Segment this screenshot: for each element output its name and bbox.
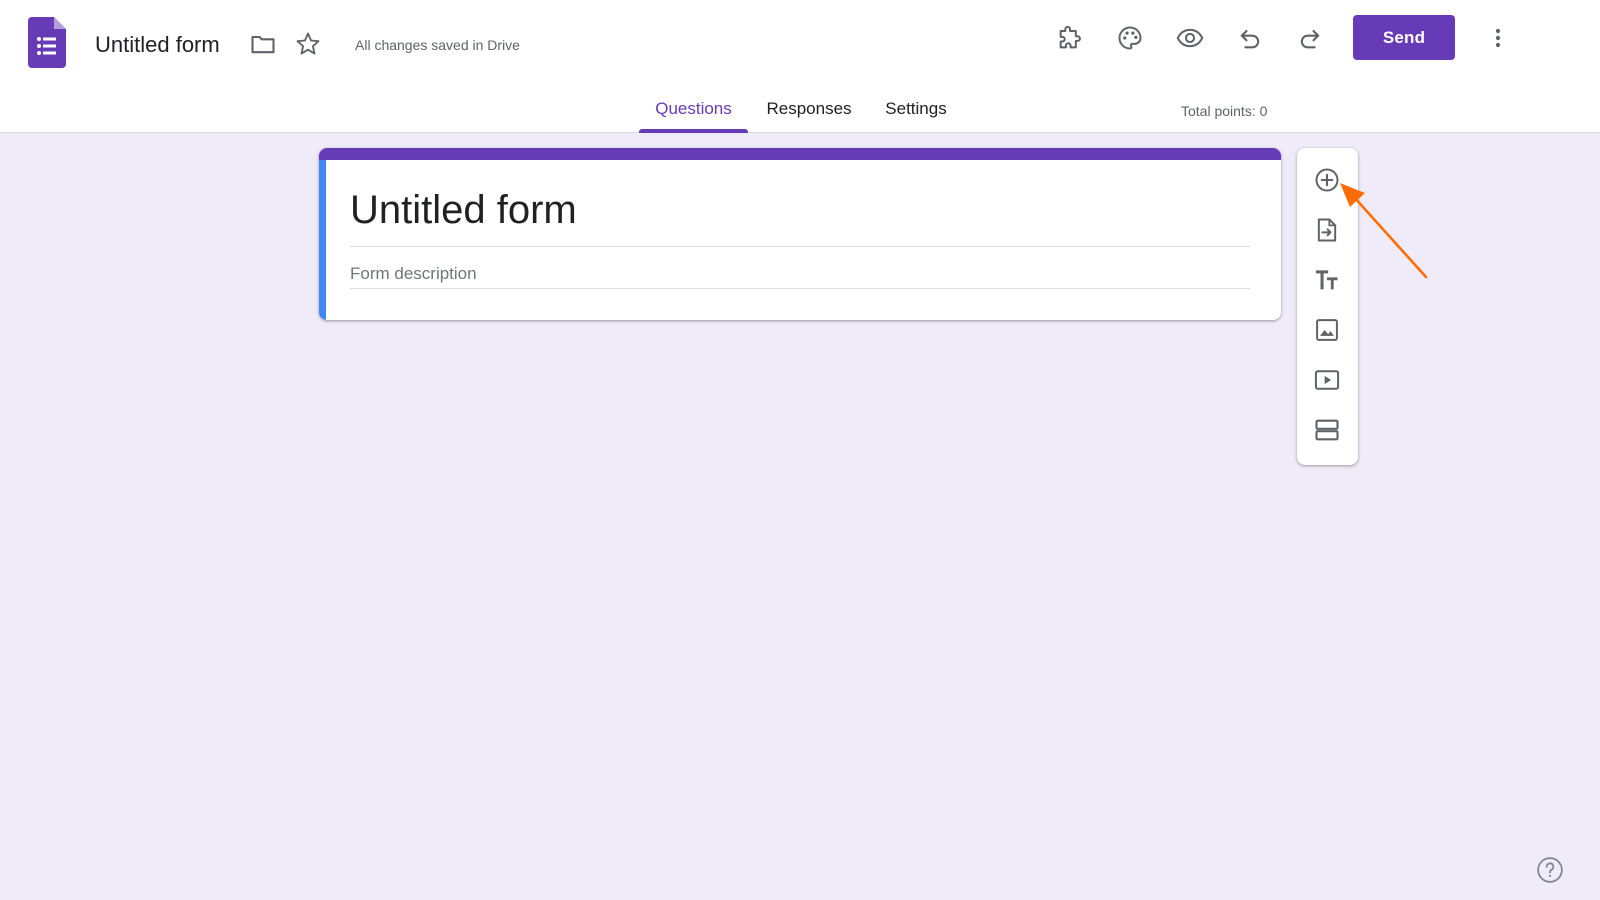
help-icon[interactable] — [1535, 855, 1565, 885]
total-points: Total points: 0 — [1181, 103, 1268, 119]
add-section-icon[interactable] — [1310, 413, 1344, 447]
send-button[interactable]: Send — [1353, 15, 1455, 60]
annotation-arrow-icon — [1340, 183, 1428, 279]
active-tab-indicator — [639, 129, 748, 133]
add-question-icon[interactable] — [1310, 163, 1344, 197]
forms-logo-icon[interactable] — [28, 17, 66, 68]
add-video-icon[interactable] — [1310, 363, 1344, 397]
add-image-icon[interactable] — [1310, 313, 1344, 347]
folder-icon[interactable] — [247, 28, 279, 60]
document-title[interactable]: Untitled form — [95, 30, 220, 60]
title-underline — [350, 246, 1250, 247]
palette-icon[interactable] — [1114, 22, 1146, 54]
form-description-input[interactable]: Form description — [350, 263, 1250, 285]
add-title-icon[interactable] — [1310, 263, 1344, 297]
undo-icon[interactable] — [1234, 22, 1266, 54]
description-underline — [350, 288, 1250, 289]
tab-responses[interactable]: Responses — [759, 98, 859, 133]
more-vert-icon[interactable] — [1482, 22, 1514, 54]
card-accent-bar — [319, 148, 1281, 160]
save-status: All changes saved in Drive — [355, 37, 520, 53]
star-icon[interactable] — [292, 28, 324, 60]
card-focus-indicator — [319, 160, 326, 320]
import-questions-icon[interactable] — [1310, 213, 1344, 247]
tab-bar: Questions Responses Settings — [0, 92, 1600, 133]
eye-preview-icon[interactable] — [1174, 22, 1206, 54]
puzzle-addon-icon[interactable] — [1054, 22, 1086, 54]
form-header-card: Untitled form Form description — [319, 148, 1281, 320]
tab-settings[interactable]: Settings — [876, 98, 956, 133]
app-header: Untitled form All changes saved in Drive… — [0, 0, 1600, 133]
form-title-input[interactable]: Untitled form — [350, 184, 1250, 236]
redo-icon[interactable] — [1294, 22, 1326, 54]
tab-questions[interactable]: Questions — [640, 98, 747, 133]
